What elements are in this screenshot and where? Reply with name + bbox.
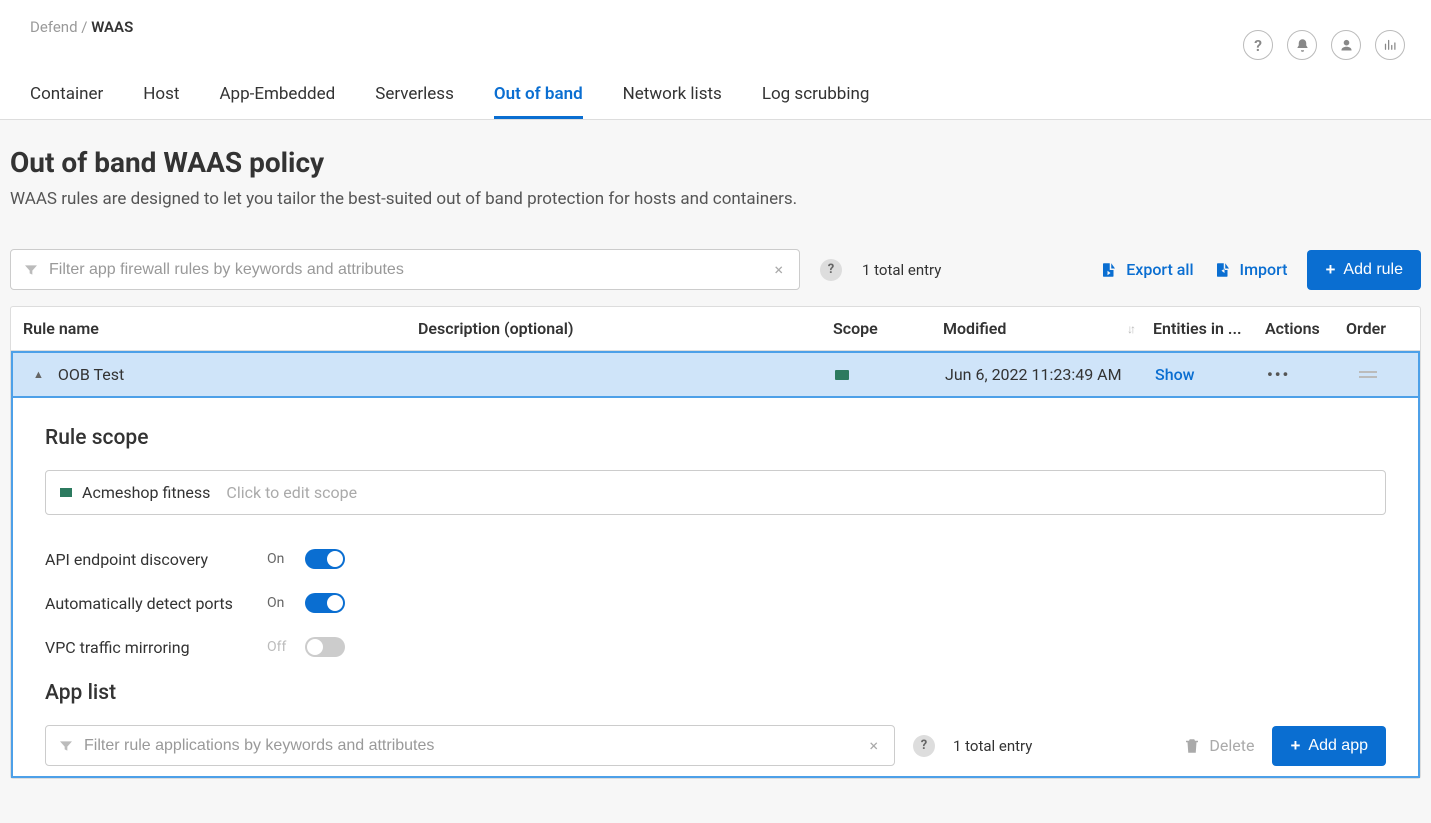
notifications-icon[interactable]	[1287, 30, 1317, 60]
tab-network-lists[interactable]: Network lists	[623, 84, 722, 119]
total-entry-label: 1 total entry	[862, 261, 941, 279]
toggle-ports-state: On	[267, 595, 305, 611]
filter-icon	[23, 262, 39, 278]
tab-serverless[interactable]: Serverless	[375, 84, 454, 119]
export-icon	[1100, 261, 1118, 279]
col-description[interactable]: Description (optional)	[408, 307, 823, 350]
clear-filter-icon[interactable]: ×	[770, 260, 787, 279]
col-actions[interactable]: Actions	[1255, 307, 1333, 350]
analytics-icon[interactable]	[1375, 30, 1405, 60]
trash-icon	[1183, 737, 1201, 755]
tab-app-embedded[interactable]: App-Embedded	[219, 84, 335, 119]
add-app-button[interactable]: + Add app	[1272, 726, 1386, 766]
clear-app-filter-icon[interactable]: ×	[865, 736, 882, 755]
table-row[interactable]: ▲ OOB Test Jun 6, 2022 11:23:49 AM Show …	[11, 351, 1420, 398]
rule-name-cell: OOB Test	[58, 365, 124, 384]
app-total-label: 1 total entry	[953, 737, 1032, 755]
rule-scope-heading: Rule scope	[45, 426, 1386, 450]
app-filter-help-icon[interactable]: ?	[913, 735, 935, 757]
sort-icon[interactable]: ↓↑	[1127, 322, 1133, 336]
col-modified[interactable]: Modified ↓↑	[933, 307, 1143, 350]
rule-desc-cell	[410, 363, 825, 387]
page-subtitle: WAAS rules are designed to let you tailo…	[10, 189, 1421, 209]
show-entities-link[interactable]: Show	[1155, 365, 1195, 384]
filter-rules-input-wrapper[interactable]: ×	[10, 249, 800, 290]
page-title: Out of band WAAS policy	[10, 146, 1421, 179]
filter-apps-input-wrapper[interactable]: ×	[45, 725, 895, 766]
col-entities[interactable]: Entities in ...	[1143, 307, 1255, 350]
scope-chip-icon	[835, 370, 849, 380]
scope-chip-icon	[60, 488, 72, 497]
plus-icon: +	[1325, 260, 1335, 280]
help-icon[interactable]: ?	[1243, 30, 1273, 60]
tab-host[interactable]: Host	[143, 84, 179, 119]
col-rulename[interactable]: Rule name	[11, 307, 408, 350]
scope-hint-label: Click to edit scope	[226, 483, 357, 502]
import-button[interactable]: Import	[1214, 260, 1288, 279]
col-scope[interactable]: Scope	[823, 307, 933, 350]
plus-icon: +	[1290, 736, 1300, 756]
table-header-row: Rule name Description (optional) Scope M…	[11, 307, 1420, 351]
rule-detail-panel: Rule scope Acmeshop fitness Click to edi…	[11, 398, 1420, 778]
toggle-ports-switch[interactable]	[305, 593, 345, 613]
filter-apps-input[interactable]	[84, 737, 865, 755]
breadcrumb-parent[interactable]: Defend	[30, 18, 78, 36]
delete-app-button: Delete	[1183, 736, 1254, 755]
chevron-up-icon[interactable]: ▲	[33, 368, 44, 381]
tab-out-of-band[interactable]: Out of band	[494, 84, 583, 119]
row-actions-menu[interactable]: •••	[1267, 365, 1290, 384]
filter-help-icon[interactable]: ?	[820, 259, 842, 281]
col-order[interactable]: Order	[1333, 307, 1399, 350]
main-tabs: Container Host App-Embedded Serverless O…	[0, 60, 1431, 120]
rules-table: Rule name Description (optional) Scope M…	[10, 306, 1421, 779]
toggle-ports-label: Automatically detect ports	[45, 594, 267, 613]
tab-log-scrubbing[interactable]: Log scrubbing	[762, 84, 870, 119]
toggle-vpc-label: VPC traffic mirroring	[45, 638, 267, 657]
drag-handle-icon[interactable]	[1335, 356, 1401, 393]
export-all-button[interactable]: Export all	[1100, 260, 1193, 279]
scope-editor[interactable]: Acmeshop fitness Click to edit scope	[45, 470, 1386, 515]
rule-modified-cell: Jun 6, 2022 11:23:49 AM	[935, 353, 1145, 396]
toggle-api-state: On	[267, 551, 305, 567]
filter-rules-input[interactable]	[49, 261, 770, 279]
breadcrumb-current: WAAS	[91, 18, 133, 36]
rule-scope-cell	[825, 353, 935, 396]
breadcrumb: Defend / WAAS	[30, 18, 133, 36]
filter-icon	[58, 738, 74, 754]
tab-container[interactable]: Container	[30, 84, 103, 119]
toggle-vpc-switch[interactable]	[305, 637, 345, 657]
app-list-heading: App list	[45, 681, 1386, 705]
import-icon	[1214, 261, 1232, 279]
scope-name-label: Acmeshop fitness	[82, 483, 210, 502]
toggle-api-label: API endpoint discovery	[45, 550, 267, 569]
user-icon[interactable]	[1331, 30, 1361, 60]
toggle-vpc-state: Off	[267, 639, 305, 655]
toggle-api-switch[interactable]	[305, 549, 345, 569]
add-rule-button[interactable]: + Add rule	[1307, 250, 1421, 290]
